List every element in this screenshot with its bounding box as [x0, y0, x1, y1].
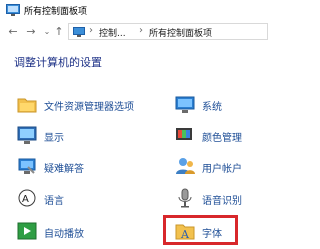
address-bar: ← → ⌄ ↑ › 控制... › 所有控制面板项 [0, 20, 268, 44]
up-arrow-icon[interactable]: ↑ [52, 25, 66, 39]
window-title: 所有控制面板项 [24, 7, 88, 17]
display-icon [17, 126, 37, 144]
microphone-icon [178, 188, 192, 208]
address-input[interactable]: › 控制... › 所有控制面板项 [68, 23, 268, 40]
item-display[interactable]: 显示 [16, 124, 136, 148]
color-management-icon [176, 128, 192, 140]
item-speech-recognition[interactable]: 语音识别 [174, 187, 294, 211]
page-title: 调整计算机的设置 [14, 56, 102, 69]
item-system[interactable]: 系统 [174, 93, 294, 117]
user-accounts-icon [176, 158, 195, 174]
item-language[interactable]: A 语言 [16, 187, 136, 211]
item-label: 用户帐户 [202, 164, 242, 175]
item-label: 自动播放 [44, 229, 84, 240]
item-label: 颜色管理 [202, 133, 242, 144]
control-panel-icon [6, 4, 20, 16]
language-icon: A [18, 189, 36, 207]
system-icon [175, 96, 195, 113]
control-panel-window: 所有控制面板项 ← → ⌄ ↑ › 控制... › 所有控制面板项 调整计算机的… [0, 0, 268, 249]
fonts-highlight-box [163, 215, 238, 245]
item-troubleshooting[interactable]: 疑难解答 [16, 155, 136, 179]
item-label: 疑难解答 [44, 164, 84, 175]
control-panel-small-icon [73, 27, 85, 37]
autoplay-icon [17, 222, 37, 240]
item-label: 语言 [44, 196, 64, 207]
breadcrumb-separator: › [139, 25, 143, 36]
item-label: 语音识别 [202, 196, 242, 207]
folder-options-icon [17, 98, 37, 113]
item-label: 系统 [202, 102, 222, 113]
title-bar[interactable]: 所有控制面板项 [0, 0, 263, 21]
item-folder-options[interactable]: 文件资源管理器选项 [16, 93, 136, 117]
breadcrumb-separator: › [89, 25, 93, 36]
breadcrumb-control-panel[interactable]: 控制... [99, 26, 126, 39]
breadcrumb-all-items[interactable]: 所有控制面板项 [149, 26, 212, 39]
svg-text:A: A [22, 194, 29, 205]
item-label: 显示 [44, 133, 64, 144]
item-color-management[interactable]: 颜色管理 [174, 124, 294, 148]
item-user-accounts[interactable]: 用户帐户 [174, 155, 294, 179]
item-label: 文件资源管理器选项 [44, 102, 134, 113]
back-arrow-icon[interactable]: ← [6, 25, 20, 39]
troubleshooting-icon [18, 158, 36, 174]
forward-arrow-icon[interactable]: → [24, 25, 38, 39]
item-autoplay[interactable]: 自动播放 [16, 220, 136, 244]
